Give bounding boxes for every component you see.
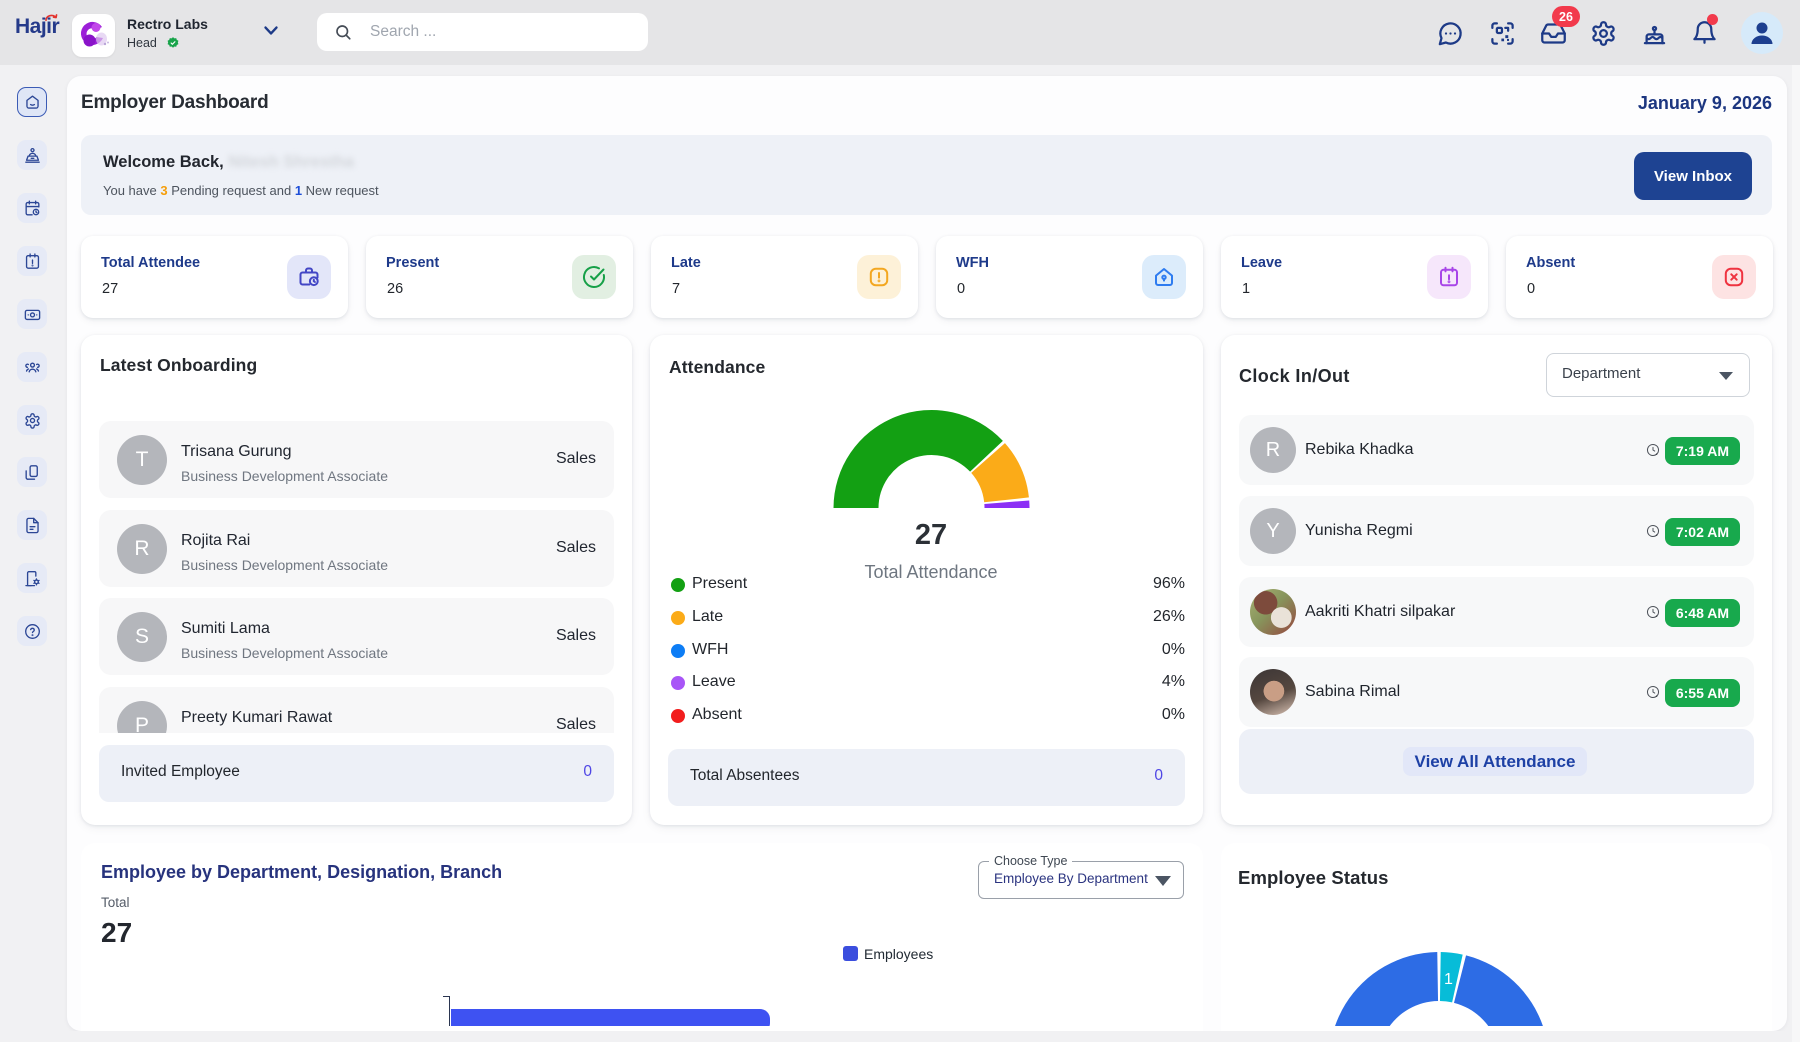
svg-text:1: 1 [1444,971,1453,988]
